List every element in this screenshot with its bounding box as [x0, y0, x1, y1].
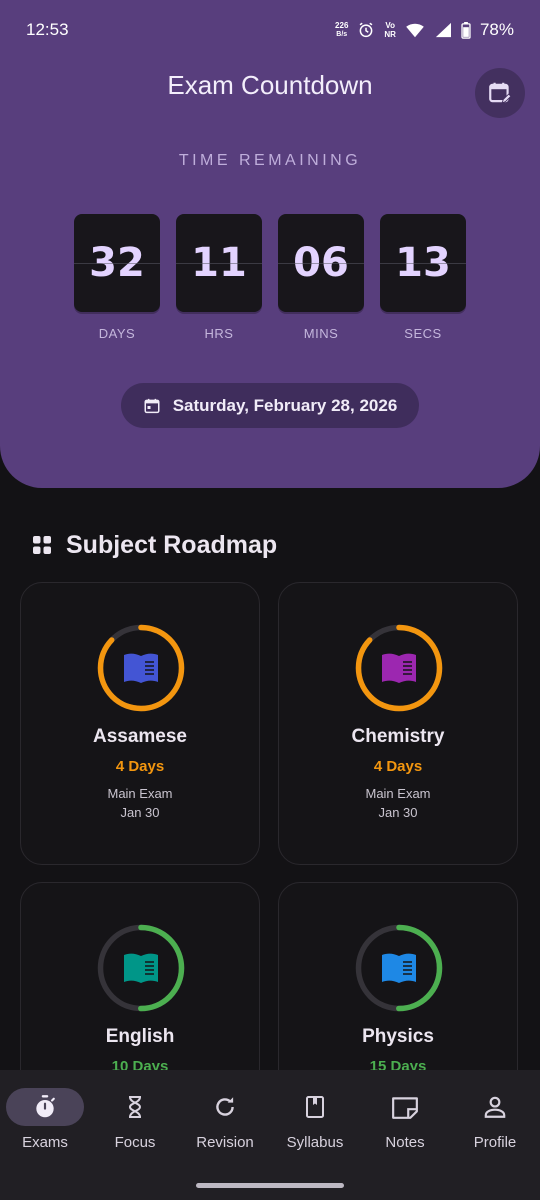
nav-indicator	[186, 1088, 264, 1126]
nav-label: Syllabus	[286, 1134, 344, 1151]
signal-icon	[435, 22, 451, 38]
progress-ring	[355, 924, 443, 1012]
net-speed-unit: B/s	[336, 31, 348, 38]
exam-date: Jan 30	[120, 805, 160, 820]
status-time: 12:53	[26, 20, 69, 39]
days-label: DAYS	[98, 326, 136, 341]
open-book-icon	[382, 953, 416, 983]
open-book-icon	[382, 653, 416, 683]
nav-label: Notes	[385, 1134, 425, 1151]
exam-date-chip[interactable]: Saturday, February 28, 2026	[121, 383, 419, 428]
nav-indicator	[6, 1088, 84, 1126]
stopwatch-icon	[36, 1095, 55, 1118]
days-tile: 32	[74, 214, 160, 312]
exam-type: Main Exam	[107, 786, 173, 801]
screen: 12:53 226 B/s Vo NR 78% Exam Countdown T…	[0, 0, 540, 1200]
seconds-label: SECS	[404, 326, 442, 341]
minutes-tile: 06	[278, 214, 364, 312]
battery-level: 78%	[479, 20, 514, 39]
nav-syllabus[interactable]: Syllabus	[270, 1088, 360, 1158]
nav-label: Exams	[22, 1134, 68, 1151]
nav-profile[interactable]: Profile	[450, 1088, 540, 1158]
minutes-label: MINS	[303, 326, 339, 341]
dashboard-icon	[33, 536, 51, 554]
subject-name: English	[105, 1026, 175, 1047]
status-icons: 226 B/s Vo NR 78%	[335, 20, 514, 40]
nav-label: Revision	[196, 1134, 254, 1151]
person-icon	[484, 1096, 506, 1118]
nav-focus[interactable]: Focus	[90, 1088, 180, 1158]
exam-date: Jan 30	[378, 805, 418, 820]
net-speed: 226 B/s	[335, 21, 348, 39]
nav-indicator	[96, 1088, 174, 1126]
nav-label: Profile	[473, 1134, 517, 1151]
hours-label: HRS	[204, 326, 234, 341]
roadmap-title: Subject Roadmap	[66, 530, 278, 559]
open-book-icon	[124, 653, 158, 683]
wifi-icon	[406, 23, 424, 38]
time-remaining-label: TIME REMAINING	[178, 152, 362, 169]
seconds-tile: 13	[380, 214, 466, 312]
edit-exam-date-button[interactable]	[475, 68, 525, 118]
progress-ring	[355, 624, 443, 712]
open-book-icon	[124, 953, 158, 983]
countdown-tiles: 32 11 06 13 DAYS HRS MINS SECS	[0, 214, 540, 344]
hourglass-icon	[128, 1096, 142, 1118]
hours-tile: 11	[176, 214, 262, 312]
nav-indicator	[276, 1088, 354, 1126]
days-left: 4 Days	[115, 758, 165, 775]
alarm-icon	[359, 22, 373, 38]
battery-icon	[461, 21, 471, 39]
note-icon	[392, 1097, 418, 1119]
home-indicator[interactable]	[196, 1183, 344, 1188]
status-bar: 12:53 226 B/s Vo NR 78%	[0, 0, 540, 60]
exam-type: Main Exam	[365, 786, 431, 801]
volte-label: Vo	[385, 21, 395, 30]
subject-name: Physics	[362, 1026, 434, 1047]
roadmap-heading: Subject Roadmap	[32, 528, 277, 562]
nav-notes[interactable]: Notes	[360, 1088, 450, 1158]
subject-card-assamese[interactable]: Assamese 4 Days Main Exam Jan 30	[20, 582, 260, 865]
nr-label: NR	[384, 30, 396, 39]
subject-name: Chemistry	[351, 726, 445, 747]
nav-exams[interactable]: Exams	[0, 1088, 90, 1158]
subject-card-chemistry[interactable]: Chemistry 4 Days Main Exam Jan 30	[278, 582, 518, 865]
bottom-navigation: Exams Focus Revision Syllabus Notes Prof…	[0, 1070, 540, 1200]
nav-label: Focus	[114, 1134, 156, 1151]
calendar-edit-icon	[489, 82, 512, 104]
nav-indicator	[366, 1088, 444, 1126]
net-speed-value: 226	[335, 21, 349, 30]
nav-revision[interactable]: Revision	[180, 1088, 270, 1158]
progress-ring	[97, 924, 185, 1012]
refresh-icon	[216, 1097, 234, 1116]
exam-date-text: Saturday, February 28, 2026	[172, 395, 398, 415]
nav-indicator	[456, 1088, 534, 1126]
progress-ring	[97, 624, 185, 712]
volte-indicator: Vo NR	[384, 21, 396, 39]
book-icon	[306, 1096, 324, 1118]
calendar-icon	[144, 398, 160, 413]
subject-name: Assamese	[92, 726, 188, 747]
page-title: Exam Countdown	[167, 70, 373, 100]
header-panel: 12:53 226 B/s Vo NR 78% Exam Countdown T…	[0, 0, 540, 488]
days-left: 4 Days	[373, 758, 423, 775]
